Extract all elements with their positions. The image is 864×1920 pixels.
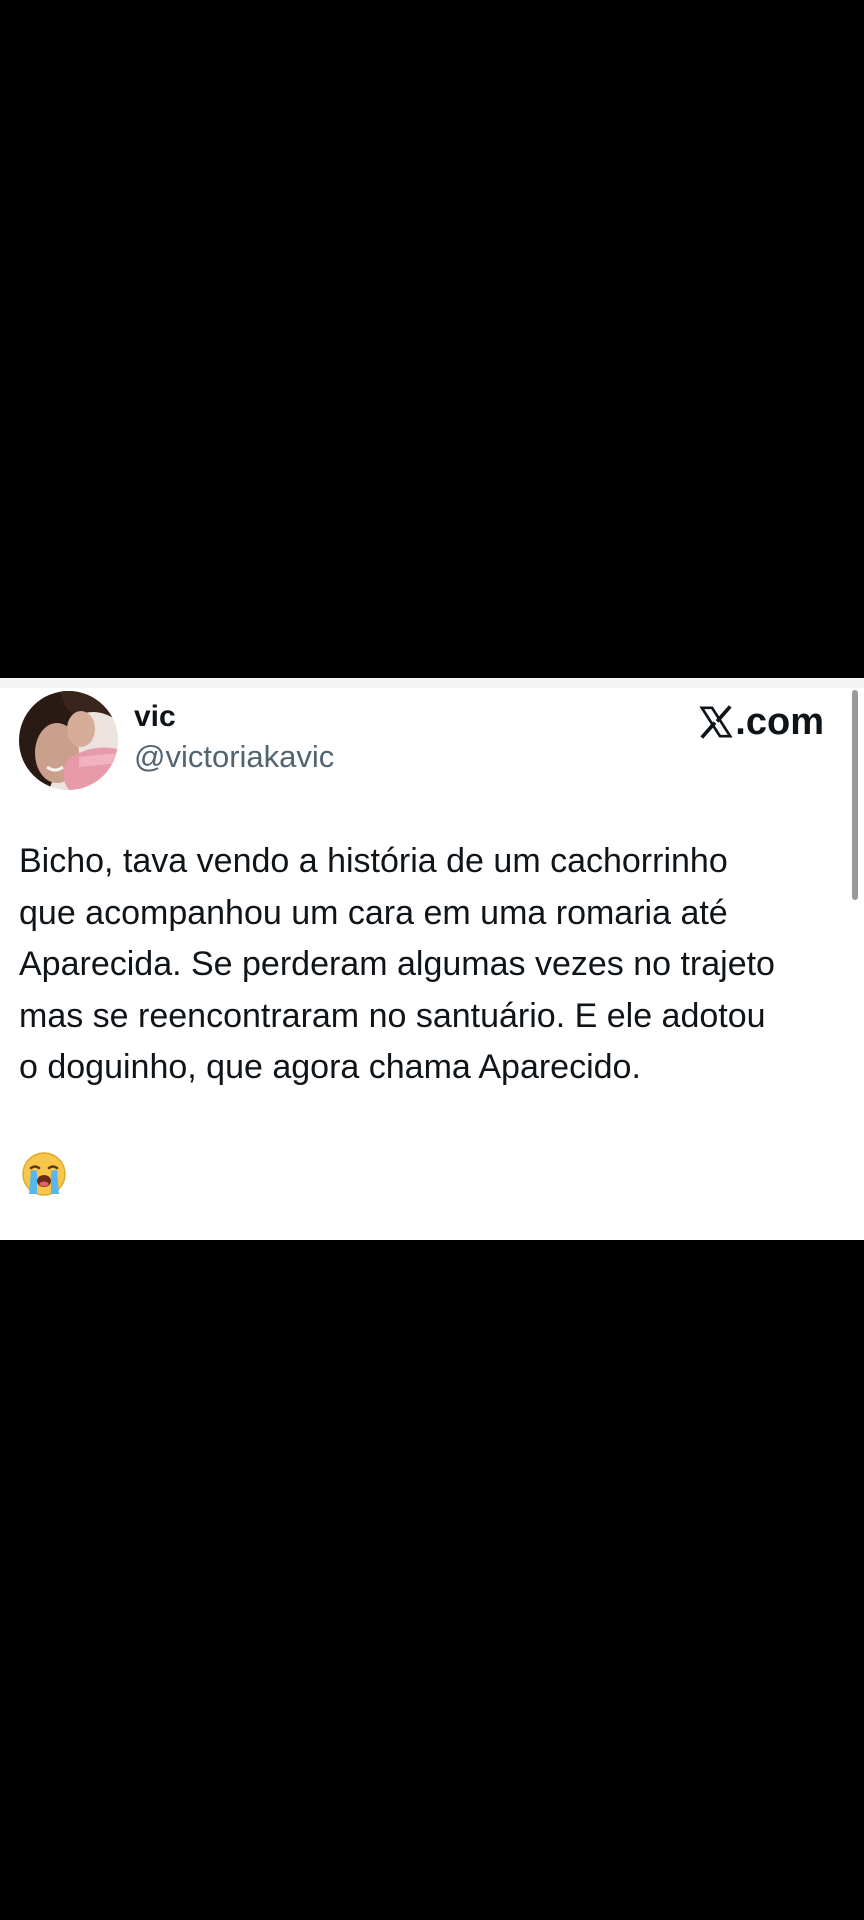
tweet-text: Bicho, tava vendo a história de um cacho… [19,836,849,1094]
display-name[interactable]: vic [134,699,176,735]
tweet-card: vic @victoriakavic .com Bicho, tava vend… [0,678,864,1240]
x-brand: .com [699,700,824,744]
avatar[interactable] [19,691,118,790]
top-black-area [0,0,864,678]
scrollbar[interactable] [852,690,858,900]
tweet-text-line: que acompanhou um cara em uma romaria at… [19,893,728,932]
tweet-text-line: Aparecida. Se perderam algumas vezes no … [19,945,775,983]
brand-domain-label: .com [735,701,824,743]
tweet-text-line: Bicho, tava vendo a história de um cacho… [19,842,728,880]
avatar-photo-icon [19,691,118,790]
bottom-black-area [0,1240,864,1920]
user-handle[interactable]: @victoriakavic [134,738,334,776]
card-top-border [0,678,864,688]
tweet-text-line: o doguinho, que agora chama Aparecido. [19,1048,641,1086]
tweet-text-line: mas se reencontraram no santuário. E ele… [19,996,766,1035]
loudly-crying-face-icon [22,1152,66,1196]
x-logo-icon [699,705,733,739]
